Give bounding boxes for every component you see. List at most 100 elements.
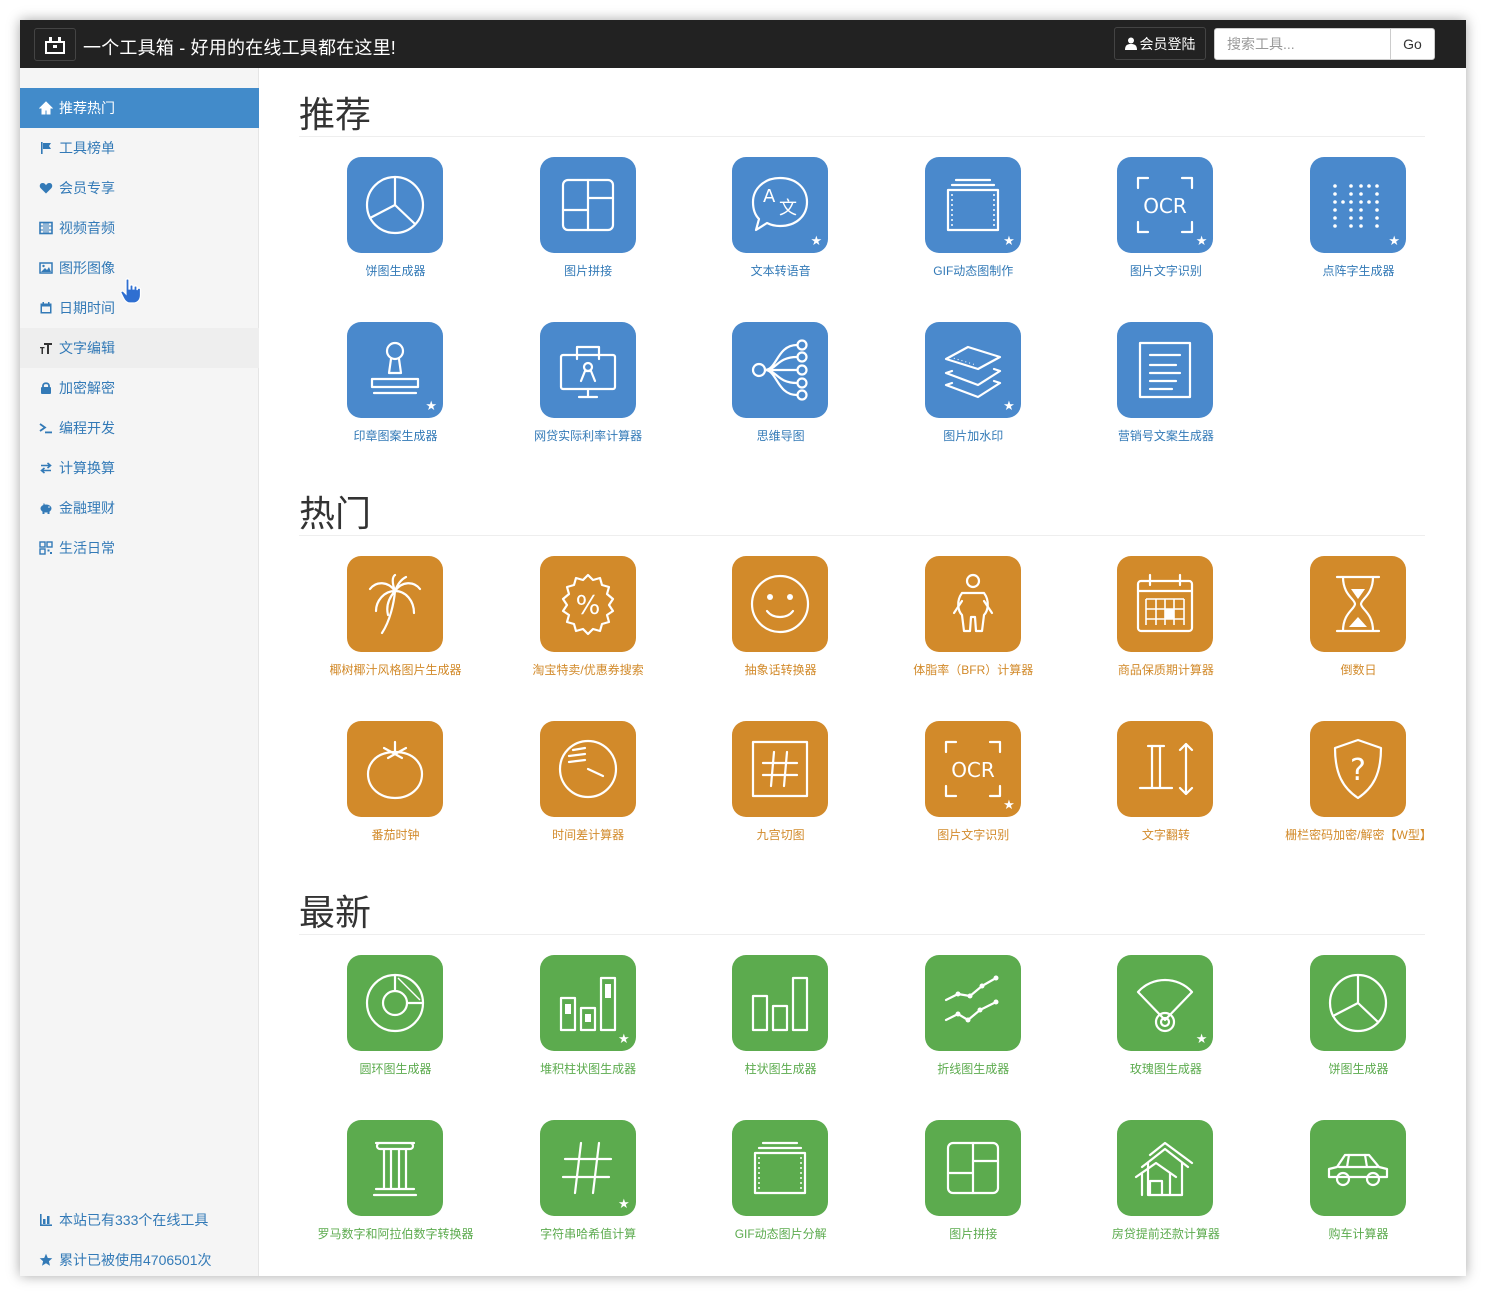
tool-icon-box[interactable]: ★ <box>347 322 443 418</box>
sidebar-item-2[interactable]: 工具榜单 <box>20 128 259 168</box>
tool-tile[interactable]: ? 栅栏密码加密/解密【W型】 <box>1262 721 1455 861</box>
tool-tile[interactable]: 抽象话转换器 <box>684 556 877 696</box>
tool-icon-box[interactable] <box>732 556 829 652</box>
tool-label[interactable]: 图片文字识别 <box>877 826 1070 843</box>
tool-icon-box[interactable] <box>539 322 636 418</box>
tool-label[interactable]: 堆积柱状图生成器 <box>492 1060 685 1077</box>
tool-icon-box[interactable] <box>347 721 443 817</box>
tool-icon-box[interactable]: ★ <box>1117 955 1214 1051</box>
tool-icon-box[interactable]: % <box>539 556 636 652</box>
tool-label[interactable]: 图片拼接 <box>492 262 685 279</box>
tool-icon-box[interactable] <box>1117 322 1214 418</box>
sidebar-item-1[interactable]: 推荐热门 <box>20 88 259 128</box>
tool-label[interactable]: 图片文字识别 <box>1069 262 1262 279</box>
tool-label[interactable]: 柱状图生成器 <box>684 1060 877 1077</box>
tool-tile[interactable]: 倒数日 <box>1262 556 1455 696</box>
go-button[interactable]: Go <box>1390 28 1435 60</box>
tool-tile[interactable]: GIF动态图片分解 <box>684 1120 877 1260</box>
tool-tile[interactable]: ★ 堆积柱状图生成器 <box>492 955 685 1095</box>
tool-label[interactable]: 点阵字生成器 <box>1262 262 1455 279</box>
tool-icon-box[interactable]: OCR ★ <box>1117 157 1214 253</box>
tool-icon-box[interactable] <box>1310 955 1406 1051</box>
tool-icon-box[interactable] <box>347 157 443 253</box>
tool-tile[interactable]: 思维导图 <box>684 322 877 462</box>
tool-icon-box[interactable]: ? <box>1310 721 1406 817</box>
tool-label[interactable]: 字符串哈希值计算 <box>492 1225 685 1242</box>
tool-tile[interactable]: 罗马数字和阿拉伯数字转换器 <box>299 1120 492 1260</box>
tool-tile[interactable]: ★ 图片加水印 <box>877 322 1070 462</box>
tool-label[interactable]: 时间差计算器 <box>492 826 685 843</box>
logo-button[interactable] <box>34 28 76 61</box>
tool-label[interactable]: 倒数日 <box>1262 661 1455 678</box>
tool-label[interactable]: GIF动态图制作 <box>877 262 1070 279</box>
tool-label[interactable]: 玫瑰图生成器 <box>1069 1060 1262 1077</box>
tool-tile[interactable]: 图片拼接 <box>877 1120 1070 1260</box>
tool-tile[interactable]: 番茄时钟 <box>299 721 492 861</box>
site-title[interactable]: 一个工具箱 - 好用的在线工具都在这里! <box>83 34 396 60</box>
search-input[interactable] <box>1214 28 1391 60</box>
tool-label[interactable]: 罗马数字和阿拉伯数字转换器 <box>299 1225 492 1242</box>
sidebar-item-8[interactable]: 加密解密 <box>20 368 259 408</box>
tool-tile[interactable]: % 淘宝特卖/优惠券搜索 <box>492 556 685 696</box>
tool-tile[interactable]: 椰树椰汁风格图片生成器 <box>299 556 492 696</box>
tool-tile[interactable]: 九宫切图 <box>684 721 877 861</box>
tool-tile[interactable]: 体脂率（BFR）计算器 <box>877 556 1070 696</box>
tool-label[interactable]: 购车计算器 <box>1262 1225 1455 1242</box>
tool-tile[interactable]: 购车计算器 <box>1262 1120 1455 1260</box>
tool-icon-box[interactable] <box>1117 556 1214 652</box>
tool-label[interactable]: 图片加水印 <box>877 427 1070 444</box>
tool-icon-box[interactable]: A 文 ★ <box>732 157 829 253</box>
tool-icon-box[interactable] <box>924 955 1021 1051</box>
tool-icon-box[interactable]: ★ <box>539 1120 636 1216</box>
tool-label[interactable]: 饼图生成器 <box>1262 1060 1455 1077</box>
tool-tile[interactable]: A 文 ★ 文本转语音 <box>684 157 877 297</box>
sidebar-item-3[interactable]: 会员专享 <box>20 168 259 208</box>
sidebar-item-7[interactable]: 文字编辑 <box>20 328 259 368</box>
sidebar-item-10[interactable]: 计算换算 <box>20 448 259 488</box>
tool-icon-box[interactable] <box>347 556 443 652</box>
tool-tile[interactable]: 柱状图生成器 <box>684 955 877 1095</box>
tool-tile[interactable]: OCR ★ 图片文字识别 <box>877 721 1070 861</box>
tool-tile[interactable]: 文字翻转 <box>1069 721 1262 861</box>
tool-icon-box[interactable] <box>732 721 829 817</box>
tool-label[interactable]: 饼图生成器 <box>299 262 492 279</box>
tool-icon-box[interactable]: ★ <box>924 157 1021 253</box>
tool-tile[interactable]: 折线图生成器 <box>877 955 1070 1095</box>
tool-label[interactable]: 文本转语音 <box>684 262 877 279</box>
tool-tile[interactable]: 饼图生成器 <box>299 157 492 297</box>
tool-icon-box[interactable]: ★ <box>1310 157 1406 253</box>
tool-icon-box[interactable]: OCR ★ <box>924 721 1021 817</box>
tool-label[interactable]: GIF动态图片分解 <box>684 1225 877 1242</box>
tool-icon-box[interactable] <box>1117 721 1214 817</box>
tool-tile[interactable]: ★ 玫瑰图生成器 <box>1069 955 1262 1095</box>
tool-label[interactable]: 圆环图生成器 <box>299 1060 492 1077</box>
tool-label[interactable]: 图片拼接 <box>877 1225 1070 1242</box>
tool-icon-box[interactable] <box>1310 1120 1406 1216</box>
tool-label[interactable]: 印章图案生成器 <box>299 427 492 444</box>
tool-icon-box[interactable] <box>732 955 829 1051</box>
tool-tile[interactable]: 网贷实际利率计算器 <box>492 322 685 462</box>
tool-tile[interactable]: ★ 字符串哈希值计算 <box>492 1120 685 1260</box>
sidebar-item-4[interactable]: 视频音频 <box>20 208 259 248</box>
tool-label[interactable]: 椰树椰汁风格图片生成器 <box>299 661 492 678</box>
tool-icon-box[interactable]: ★ <box>539 955 636 1051</box>
tool-label[interactable]: 思维导图 <box>684 427 877 444</box>
tool-tile[interactable]: ★ GIF动态图制作 <box>877 157 1070 297</box>
tool-icon-box[interactable] <box>347 955 443 1051</box>
tool-icon-box[interactable] <box>924 556 1021 652</box>
tool-tile[interactable]: 房贷提前还款计算器 <box>1069 1120 1262 1260</box>
tool-label[interactable]: 文字翻转 <box>1069 826 1262 843</box>
tool-label[interactable]: 番茄时钟 <box>299 826 492 843</box>
tool-icon-box[interactable] <box>539 157 636 253</box>
tool-icon-box[interactable] <box>732 322 829 418</box>
tool-tile[interactable]: 饼图生成器 <box>1262 955 1455 1095</box>
tool-tile[interactable]: 商品保质期计算器 <box>1069 556 1262 696</box>
sidebar-item-9[interactable]: 编程开发 <box>20 408 259 448</box>
tool-label[interactable]: 折线图生成器 <box>877 1060 1070 1077</box>
sidebar-item-11[interactable]: 金融理财 <box>20 488 259 528</box>
tool-label[interactable]: 网贷实际利率计算器 <box>492 427 685 444</box>
tool-tile[interactable]: ★ 点阵字生成器 <box>1262 157 1455 297</box>
tool-tile[interactable]: 营销号文案生成器 <box>1069 322 1262 462</box>
tool-label[interactable]: 房贷提前还款计算器 <box>1069 1225 1262 1242</box>
tool-tile[interactable]: 圆环图生成器 <box>299 955 492 1095</box>
